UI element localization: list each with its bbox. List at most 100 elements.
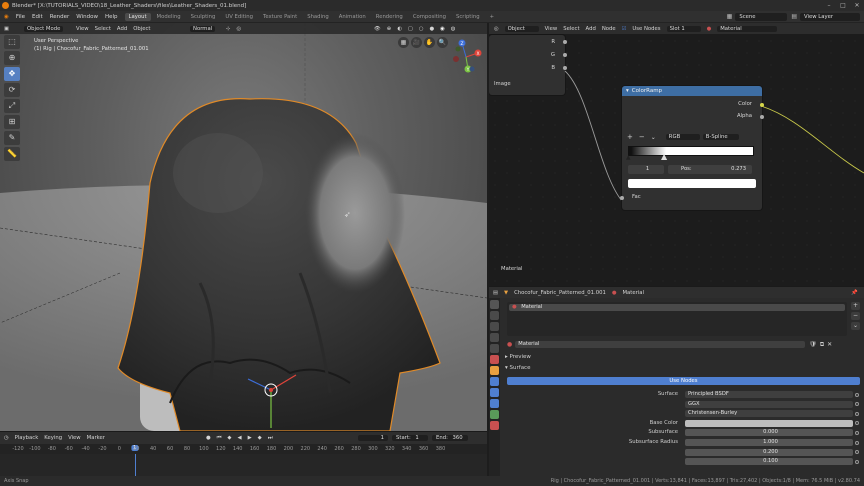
unlink-material-icon[interactable]: ✕	[827, 341, 832, 348]
tab-modeling[interactable]: Modeling	[153, 13, 185, 21]
properties-editor[interactable]: ▤ ▼ Chocofur_Fabric_Patterned_01.001 ● M…	[489, 286, 864, 477]
start-frame-field[interactable]: Start: 1	[392, 435, 428, 441]
remove-stop-button[interactable]: −	[639, 133, 645, 141]
property-field[interactable]: 1.000	[685, 439, 853, 446]
keyframe-dot-icon[interactable]	[855, 440, 859, 445]
object-tab-icon[interactable]	[490, 366, 499, 375]
material-slot-item[interactable]: ● Material	[509, 304, 845, 311]
overlay-toggle-icon[interactable]: ◐	[397, 26, 402, 32]
tab-sculpting[interactable]: Sculpting	[187, 13, 220, 21]
stop-color-swatch[interactable]	[628, 179, 756, 188]
tab-layout[interactable]: Layout	[124, 12, 151, 21]
tab-shading[interactable]: Shading	[303, 13, 333, 21]
menu-playback[interactable]: Playback	[15, 435, 39, 441]
property-field[interactable]: 0.000	[685, 429, 853, 437]
timeline-editor-icon[interactable]: ◷	[4, 435, 9, 441]
color-output-socket[interactable]	[760, 103, 764, 107]
keyframe-dot-icon[interactable]	[855, 392, 859, 397]
fake-user-icon[interactable]: 🛡	[809, 341, 817, 348]
select-box-icon[interactable]: ⬚	[4, 35, 20, 49]
grid-view-icon[interactable]: ▦	[398, 37, 409, 48]
cursor-icon[interactable]: ⊕	[4, 51, 20, 65]
add-stop-button[interactable]: +	[627, 133, 633, 141]
color-ramp-gradient[interactable]	[628, 146, 754, 156]
tool-tab-icon[interactable]	[490, 300, 499, 309]
transform-icon[interactable]: ⊞	[4, 115, 20, 129]
object-data-tab-icon[interactable]	[490, 410, 499, 419]
collapse-icon[interactable]: ▾	[626, 88, 629, 94]
stop-index-field[interactable]: 1	[628, 165, 664, 174]
menu-render[interactable]: Render	[50, 14, 70, 20]
shading-rendered-icon[interactable]: ◍	[451, 26, 456, 32]
menu-select[interactable]: Select	[95, 26, 111, 32]
scale-icon[interactable]: ⤢	[4, 99, 20, 113]
view-layer-selector[interactable]: View Layer	[800, 12, 860, 21]
move-icon[interactable]: ✥	[4, 67, 20, 81]
remove-slot-icon[interactable]: −	[851, 312, 860, 320]
render-tab-icon[interactable]	[490, 311, 499, 320]
menu-file[interactable]: File	[16, 14, 25, 20]
surface-panel-header[interactable]: ▾ Surface	[505, 365, 530, 371]
editor-type-icon[interactable]: ▣	[4, 26, 9, 32]
menu-help[interactable]: Help	[105, 14, 118, 20]
shader-node-editor[interactable]: ◎ Object View Select Add Node ☑ Use Node…	[489, 23, 864, 286]
play-reverse-icon[interactable]: ◀	[237, 435, 241, 441]
menu-window[interactable]: Window	[76, 14, 98, 20]
annotate-icon[interactable]: ✎	[4, 131, 20, 145]
menu-object[interactable]: Object	[133, 26, 150, 32]
world-tab-icon[interactable]	[490, 355, 499, 364]
pin-icon[interactable]: 📌	[851, 290, 858, 296]
ramp-menu-button[interactable]: ⌄	[651, 134, 656, 141]
orientation-selector[interactable]: Normal	[190, 25, 216, 32]
property-field[interactable]: GGX	[685, 400, 853, 408]
view-layer-tab-icon[interactable]	[490, 333, 499, 342]
tab-texture-paint[interactable]: Texture Paint	[259, 13, 301, 21]
rotate-icon[interactable]: ⟳	[4, 83, 20, 97]
properties-editor-icon[interactable]: ▤	[493, 290, 498, 296]
menu-marker[interactable]: Marker	[87, 435, 105, 441]
measure-icon[interactable]: 📏	[4, 147, 20, 161]
mode-selector[interactable]: Object Mode	[24, 25, 64, 32]
close-icon[interactable]: ✕	[850, 2, 864, 9]
tab-animation[interactable]: Animation	[335, 13, 370, 21]
snap-icon[interactable]: ⊹	[226, 26, 230, 32]
keyframe-dot-icon[interactable]	[855, 402, 859, 407]
shading-material-icon[interactable]: ◉	[440, 26, 445, 32]
ramp-stop-active[interactable]: ▲	[661, 152, 667, 161]
property-field[interactable]: Christensen-Burley	[685, 410, 853, 418]
keyframe-dot-icon[interactable]	[855, 450, 859, 455]
color-mode-selector[interactable]: RGB	[665, 134, 700, 140]
keyframe-dot-icon[interactable]	[855, 411, 859, 416]
duplicate-material-icon[interactable]: ⧉	[820, 341, 824, 349]
xray-icon[interactable]: ▢	[408, 26, 413, 32]
property-field[interactable]: Principled BSDF	[685, 391, 853, 398]
next-key-icon[interactable]: ◆	[258, 435, 262, 441]
slot-menu-icon[interactable]: ⌄	[851, 322, 860, 330]
jump-end-icon[interactable]: ⏭	[268, 435, 273, 442]
material-browse-icon[interactable]: ●	[507, 341, 512, 348]
menu-view[interactable]: View	[68, 435, 81, 441]
keyframe-dot-icon[interactable]	[855, 459, 859, 464]
shading-solid-icon[interactable]: ●	[429, 26, 434, 32]
add-slot-icon[interactable]: +	[851, 302, 860, 310]
physics-tab-icon[interactable]	[490, 399, 499, 408]
interpolation-selector[interactable]: B-Spline	[702, 134, 739, 140]
proportional-edit-icon[interactable]: ◎	[236, 26, 241, 32]
record-icon[interactable]: ●	[206, 435, 211, 441]
3d-viewport[interactable]: ➶ ▣ Object Mode View Select Add Object N…	[0, 23, 487, 431]
keyframe-dot-icon[interactable]	[855, 430, 859, 435]
preview-panel-header[interactable]: ▸ Preview	[505, 354, 531, 360]
use-nodes-button[interactable]: Use Nodes	[507, 377, 860, 385]
modifier-tab-icon[interactable]	[490, 377, 499, 386]
menu-add[interactable]: Add	[117, 26, 127, 32]
jump-start-icon[interactable]: ⏮	[217, 435, 222, 442]
keyframe-dot-icon[interactable]	[855, 421, 859, 426]
navigation-gizmo[interactable]: X Z Y	[448, 39, 484, 75]
add-workspace-button[interactable]: +	[486, 13, 498, 21]
property-field[interactable]: 0.100	[685, 458, 853, 466]
minimize-icon[interactable]: –	[822, 2, 836, 9]
zoom-icon[interactable]: 🔍	[437, 37, 448, 48]
shading-wireframe-icon[interactable]: ○	[419, 26, 424, 32]
alpha-output-socket[interactable]	[760, 115, 764, 119]
visibility-icon[interactable]: 👁	[374, 26, 381, 32]
